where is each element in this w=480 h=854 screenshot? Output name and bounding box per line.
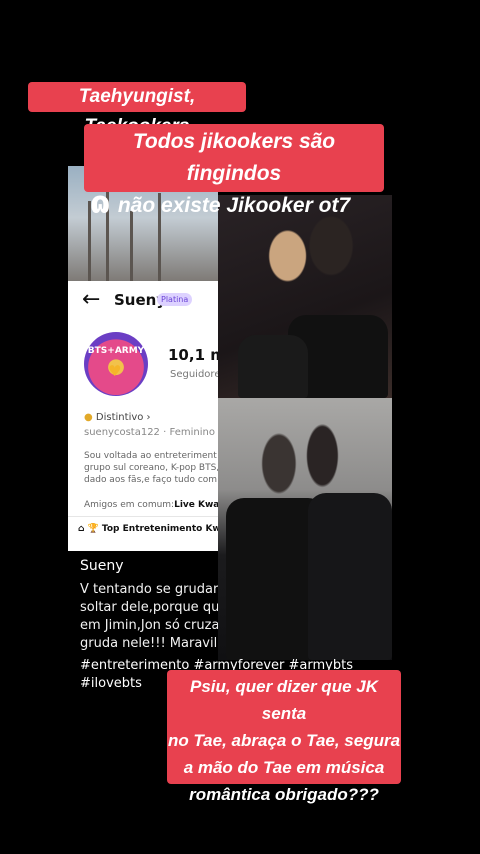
caption-bottom: Psiu, quer dizer que JK senta no Tae, ab… (167, 670, 401, 804)
divider (68, 516, 218, 517)
bio-line: grupo sul coreano, K-pop BTS, (84, 463, 218, 473)
rank-label: 🏆 Top Entretenimento Kw (87, 524, 218, 534)
distintivo-link[interactable]: ● Distintivo › (84, 412, 151, 423)
medal-icon: ● (84, 412, 93, 423)
bio-line: Sou voltada ao entreteriment (84, 451, 217, 461)
post-author[interactable]: Sueny (80, 558, 124, 574)
username: suenycosta122 (84, 427, 160, 438)
followers-count: 10,1 mi (168, 346, 218, 364)
heart-icon: ♥ (108, 362, 122, 380)
avatar-label: BTS+ARMY (87, 346, 145, 356)
post-line: em Jimin,Jon só cruza (80, 618, 218, 633)
user-meta: suenycosta122 · Feminino (84, 427, 215, 438)
caption-line: Psiu, quer dizer que JK senta (190, 677, 378, 723)
common-friends[interactable]: Amigos em comum:Live Kwai (84, 500, 218, 510)
gender: Feminino (169, 427, 215, 438)
caption-line: não existe Jikooker ot7 (117, 194, 351, 217)
photo-embrace (218, 195, 392, 398)
rank-row[interactable]: ⌂ 🏆 Top Entretenimento Kw (78, 524, 218, 534)
profile-bio: Sou voltada ao entreteriment grupo sul c… (84, 450, 218, 486)
photo-group (218, 398, 392, 660)
avatar[interactable]: BTS+ARMY ♥ (84, 332, 148, 396)
caption-line: romântica obrigado??? (189, 785, 379, 804)
post-line: soltar dele,porque quer (80, 600, 218, 615)
caption-top: Todos jikookers são fingindos não existe… (84, 124, 384, 217)
caption-line: no Tae, abraça o Tae, segura (167, 731, 401, 750)
followers-label[interactable]: Seguidores (170, 369, 218, 380)
bio-line: dado aos fãs,e faço tudo com (84, 475, 218, 485)
caption-line: a mão do Tae em música (183, 758, 385, 777)
common-friends-label: Amigos em comum: (84, 500, 175, 510)
distintivo-label: Distintivo › (95, 412, 151, 423)
profile-body: BTS+ARMY ♥ 10,1 mi Seguidores ● Distinti… (68, 166, 218, 551)
post-line: gruda nele!!! Maravilhos (80, 636, 218, 651)
post-body: V tentando se grudar e soltar dele,porqu… (80, 581, 218, 653)
caption-line: Todos jikookers são fingindos (132, 130, 336, 185)
top-tag: Taehyungist, Taekookers (28, 82, 246, 137)
meta-separator: · (163, 427, 167, 438)
post-line: V tentando se grudar e (80, 582, 218, 597)
tent-icon: ⌂ (78, 524, 85, 534)
common-friends-value: Live Kwai (174, 500, 218, 510)
